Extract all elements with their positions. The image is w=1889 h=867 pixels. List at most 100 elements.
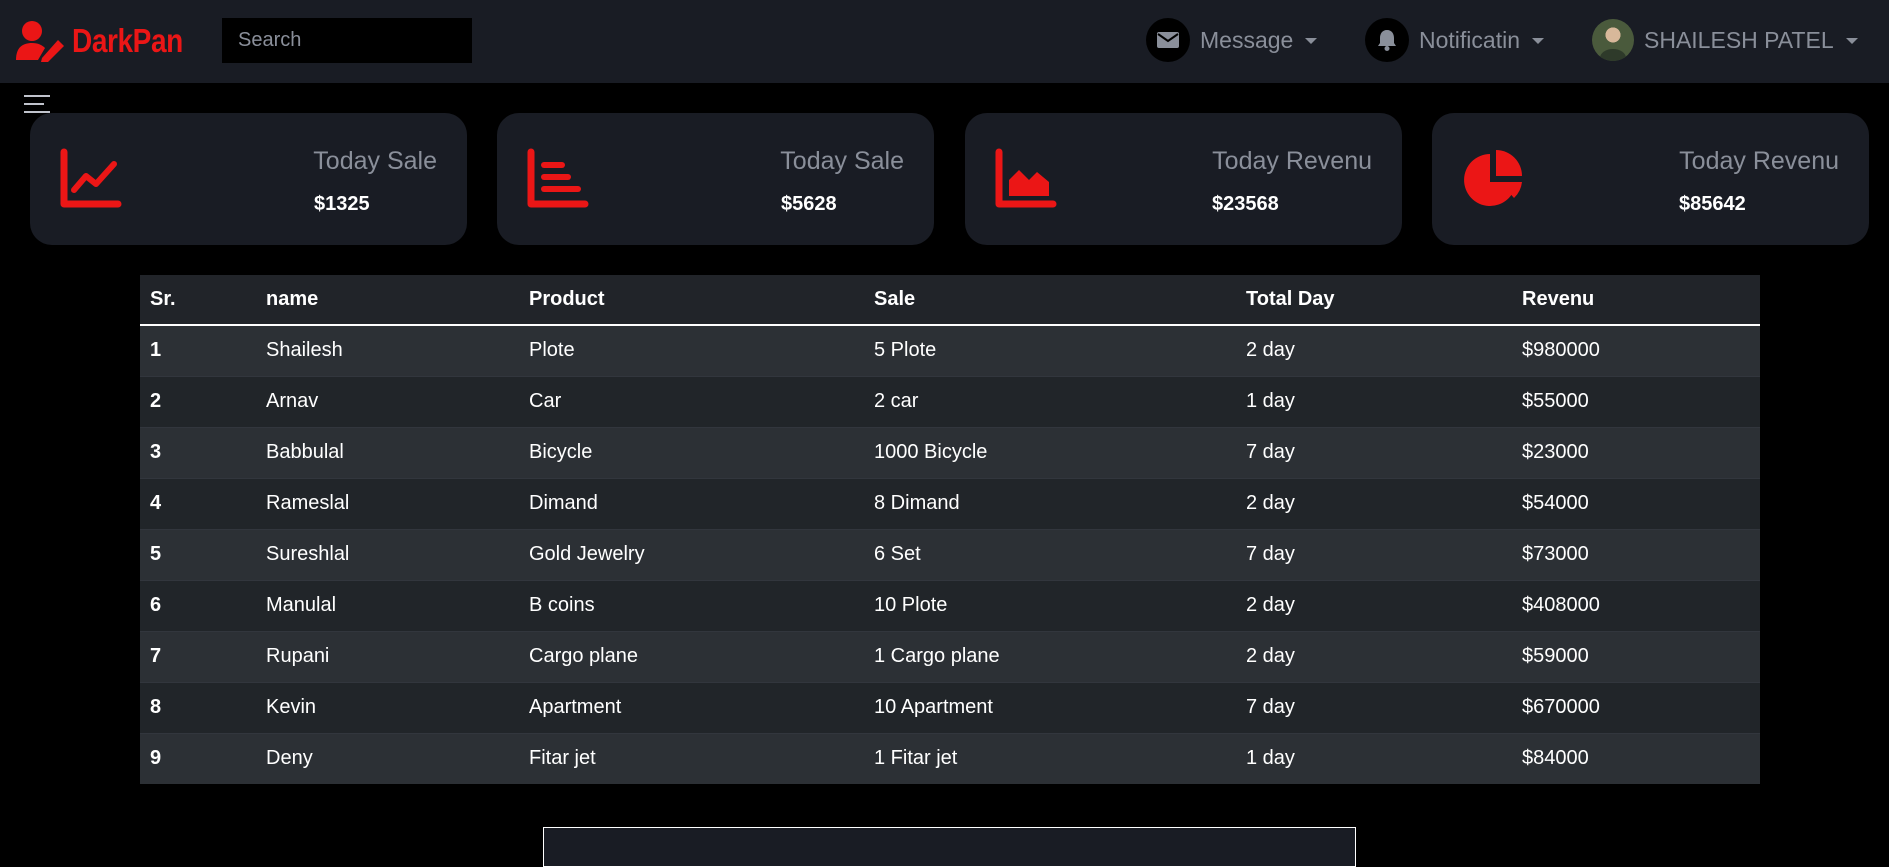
cell-total-day: 2 day: [1236, 579, 1512, 631]
cell-sale: 1 Cargo plane: [864, 630, 1236, 682]
cell-product: Apartment: [519, 681, 864, 733]
column-header-product: Product: [529, 288, 605, 310]
cell-product: B coins: [519, 579, 864, 631]
cell-name: Sureshlal: [256, 528, 519, 580]
column-header-sale: Sale: [874, 288, 916, 310]
cell-sr: 6: [140, 579, 256, 631]
cell-revenu: $59000: [1512, 630, 1760, 682]
message-label: Message: [1200, 26, 1294, 53]
cell-revenu: $670000: [1512, 681, 1760, 733]
column-header-sr: Sr.: [150, 288, 176, 310]
line-chart-icon: [60, 148, 122, 208]
cell-total-day: 2 day: [1236, 477, 1512, 529]
cell-name: Shailesh: [256, 324, 519, 376]
cell-name: Rupani: [256, 630, 519, 682]
bell-icon: [1365, 18, 1409, 62]
cell-name: Deny: [256, 732, 519, 784]
card-label: Today Sale: [313, 147, 437, 175]
area-chart-icon: [995, 148, 1057, 208]
cell-sr: 4: [140, 477, 256, 529]
user-name: SHAILESH PATEL: [1644, 26, 1834, 53]
sidebar-toggle-button[interactable]: [24, 95, 50, 113]
cell-revenu: $84000: [1512, 732, 1760, 784]
chevron-down-icon: [1531, 38, 1544, 44]
column-header-total-day: Total Day: [1246, 288, 1335, 310]
cell-sale: 1000 Bicycle: [864, 426, 1236, 478]
avatar: [1592, 19, 1634, 61]
cell-total-day: 1 day: [1236, 375, 1512, 427]
table-header-row: Sr. name Product Sale Total Day Revenu: [140, 275, 1760, 325]
cell-total-day: 7 day: [1236, 426, 1512, 478]
cell-revenu: $73000: [1512, 528, 1760, 580]
card-value: $5628: [781, 193, 837, 215]
cell-product: Car: [519, 375, 864, 427]
search-input[interactable]: [222, 18, 472, 63]
cell-sale: 1 Fitar jet: [864, 732, 1236, 784]
table-body: 1 Shailesh Plote 5 Plote 2 day $980000 2 Arnav C…: [140, 324, 1760, 784]
bottom-panel: [543, 827, 1356, 867]
sales-table-container: Sr. name Product Sale Total Day Revenu 1…: [140, 275, 1760, 784]
cell-sr: 9: [140, 732, 256, 784]
chevron-down-icon: [1305, 38, 1318, 44]
cell-sale: 10 Apartment: [864, 681, 1236, 733]
cell-sale: 6 Set: [864, 528, 1236, 580]
table-row: 7 Rupani Cargo plane 1 Cargo plane 2 day $590…: [140, 630, 1760, 682]
cell-name: Rameslal: [256, 477, 519, 529]
column-header-revenu: Revenu: [1522, 288, 1595, 310]
stat-card-today-revenu-2: Today Revenu $85642: [1432, 113, 1869, 245]
cell-sr: 2: [140, 375, 256, 427]
chevron-down-icon: [1845, 38, 1858, 44]
table-row: 6 Manulal B coins 10 Plote 2 day $408000: [140, 579, 1760, 631]
table-row: 5 Sureshlal Gold Jewelry 6 Set 7 day $73000: [140, 528, 1760, 580]
card-value: $23568: [1212, 193, 1279, 215]
cell-total-day: 7 day: [1236, 681, 1512, 733]
table-row: 4 Rameslal Dimand 8 Dimand 2 day $54000: [140, 477, 1760, 529]
table-row: 9 Deny Fitar jet 1 Fitar jet 1 day $84000: [140, 732, 1760, 784]
cell-revenu: $980000: [1512, 324, 1760, 376]
cell-sr: 7: [140, 630, 256, 682]
table-row: 3 Babbulal Bicycle 1000 Bicycle 7 day $23000: [140, 426, 1760, 478]
top-navbar: DarkPan Message Notificatin SHAILESH PAT…: [0, 0, 1889, 83]
cell-revenu: $408000: [1512, 579, 1760, 631]
card-label: Today Revenu: [1679, 147, 1839, 175]
sales-table: Sr. name Product Sale Total Day Revenu 1…: [140, 275, 1760, 784]
hamburger-line: [24, 103, 44, 105]
card-value: $1325: [314, 193, 370, 215]
cell-total-day: 2 day: [1236, 630, 1512, 682]
cell-name: Arnav: [256, 375, 519, 427]
card-value: $85642: [1679, 193, 1746, 215]
user-edit-icon: [16, 21, 64, 62]
bar-chart-icon: [527, 148, 589, 208]
user-dropdown[interactable]: SHAILESH PATEL: [1592, 17, 1858, 63]
envelope-icon: [1146, 18, 1190, 62]
cell-product: Dimand: [519, 477, 864, 529]
cell-sale: 2 car: [864, 375, 1236, 427]
cell-product: Fitar jet: [519, 732, 864, 784]
cell-total-day: 2 day: [1236, 324, 1512, 376]
notification-label: Notificatin: [1419, 26, 1520, 53]
cell-total-day: 7 day: [1236, 528, 1512, 580]
hamburger-line: [24, 95, 50, 97]
card-label: Today Sale: [780, 147, 904, 175]
message-dropdown[interactable]: Message: [1146, 17, 1318, 63]
cell-product: Plote: [519, 324, 864, 376]
stat-card-today-sale-2: Today Sale $5628: [497, 113, 934, 245]
notification-dropdown[interactable]: Notificatin: [1365, 17, 1544, 63]
cell-sr: 1: [140, 324, 256, 376]
stat-card-today-sale-1: Today Sale $1325: [30, 113, 467, 245]
cell-sr: 8: [140, 681, 256, 733]
table-row: 1 Shailesh Plote 5 Plote 2 day $980000: [140, 324, 1760, 376]
brand-logo[interactable]: DarkPan: [14, 20, 202, 62]
cell-name: Babbulal: [256, 426, 519, 478]
cell-name: Manulal: [256, 579, 519, 631]
cell-product: Cargo plane: [519, 630, 864, 682]
cell-sale: 5 Plote: [864, 324, 1236, 376]
cell-product: Bicycle: [519, 426, 864, 478]
brand-name: DarkPan: [72, 22, 183, 59]
cell-revenu: $55000: [1512, 375, 1760, 427]
cell-revenu: $23000: [1512, 426, 1760, 478]
cell-product: Gold Jewelry: [519, 528, 864, 580]
cell-sr: 5: [140, 528, 256, 580]
cell-name: Kevin: [256, 681, 519, 733]
cell-sale: 8 Dimand: [864, 477, 1236, 529]
